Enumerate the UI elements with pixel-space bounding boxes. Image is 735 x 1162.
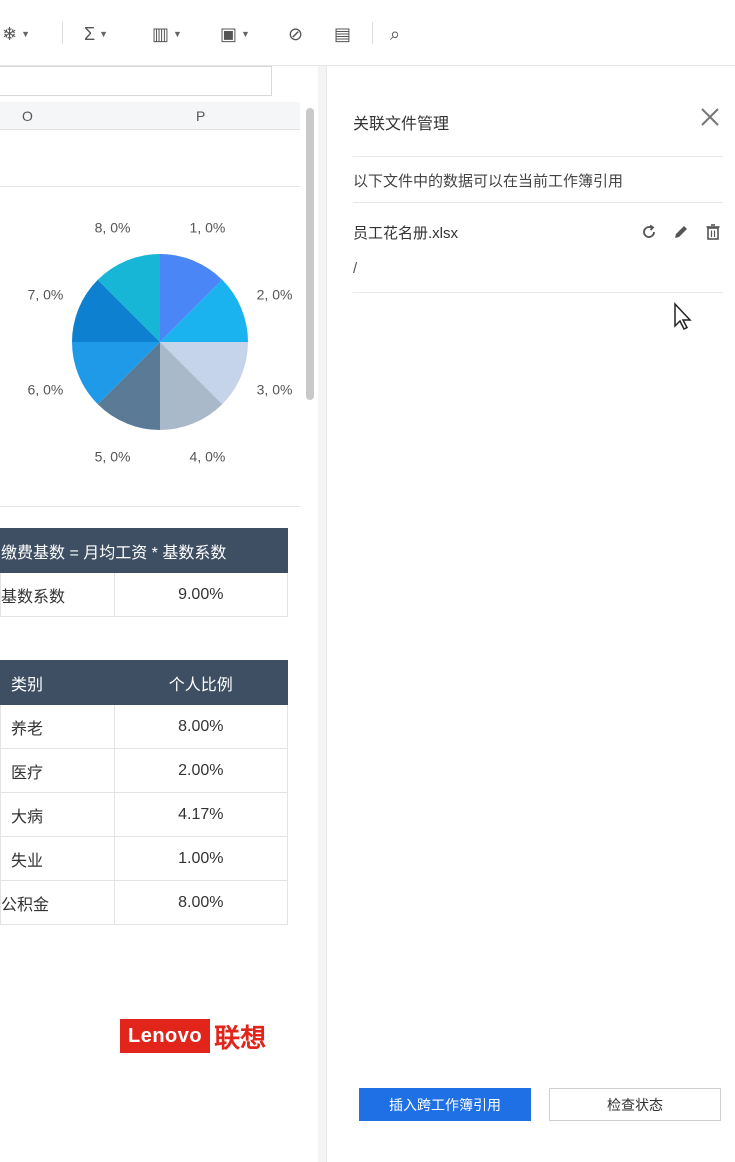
pie-data-label: 7, 0% (28, 287, 64, 303)
pie-data-label: 5, 0% (95, 449, 131, 465)
search-button[interactable]: ⌕ (390, 22, 400, 46)
panel-title: 关联文件管理 (353, 116, 450, 133)
sum-icon: Σ (84, 23, 96, 44)
chevron-down-icon: ▼ (173, 29, 182, 39)
delete-icon[interactable] (703, 222, 723, 242)
linked-file-path: / (353, 260, 358, 277)
rate-table: 类别 个人比例 养老 8.00% 医疗 2.00% 大病 4.17% 失业 1.… (0, 660, 289, 925)
edit-icon[interactable] (671, 222, 691, 242)
table-cell-category[interactable]: 养老 (0, 704, 115, 749)
pie-data-label: 8, 0% (95, 219, 131, 235)
freeze-button[interactable]: ❄ ▼ (2, 22, 30, 46)
rate-table-header-ratio[interactable]: 个人比例 (113, 660, 289, 705)
divider (353, 156, 723, 157)
rate-table-header-category[interactable]: 类别 (0, 660, 115, 705)
formula-table-header[interactable]: 缴费基数 = 月均工资 * 基数系数 (0, 528, 288, 573)
chevron-down-icon: ▼ (21, 29, 31, 39)
table-cell-ratio[interactable]: 8.00% (113, 704, 289, 749)
table-cell-ratio[interactable]: 2.00% (113, 748, 289, 793)
sum-button[interactable]: Σ ▼ (84, 22, 108, 46)
link-button[interactable]: ⊘ (288, 22, 303, 46)
insert-cross-workbook-reference-button[interactable]: 插入跨工作簿引用 (359, 1088, 531, 1121)
pie-data-label: 6, 0% (28, 381, 64, 397)
formula-table: 缴费基数 = 月均工资 * 基数系数 基数系数 9.00% (0, 528, 289, 617)
logo-text-en: Lenovo (120, 1019, 211, 1053)
column-header-p[interactable]: P (196, 108, 205, 124)
coefficient-label[interactable]: 基数系数 (0, 572, 115, 617)
table-cell-ratio[interactable]: 1.00% (113, 836, 289, 881)
pie-data-label: 4, 0% (190, 449, 226, 465)
image-button[interactable]: ▣ ▼ (220, 22, 250, 46)
pie-chart[interactable]: 1, 0% 2, 0% 3, 0% 4, 0% 5, 0% 6, 0% 7, 0% 8, 0% (0, 192, 300, 506)
spreadsheet-area: O P 1, 0% 2, 0% 3, 0% 4, 0% 5, 0% 6, 0% 7, 0% 8… (0, 66, 318, 1162)
table-cell-category[interactable]: 大病 (0, 792, 115, 837)
formula-bar[interactable] (0, 66, 272, 96)
vertical-scrollbar[interactable] (306, 108, 314, 400)
row-divider (0, 506, 300, 507)
toolbar-divider (372, 22, 373, 44)
linked-file-name[interactable]: 员工花名册.xlsx (353, 222, 458, 243)
link-icon: ⊘ (288, 23, 304, 44)
comment-icon: ▤ (334, 23, 352, 44)
table-row: 公积金 8.00% (0, 880, 289, 925)
table-cell-ratio[interactable]: 4.17% (113, 792, 289, 837)
panel-description: 以下文件中的数据可以在当前工作簿引用 (353, 173, 624, 190)
logo-text-cn: 联想 (214, 1022, 267, 1053)
column-header-o[interactable]: O (22, 108, 33, 124)
row-divider (0, 186, 300, 187)
toolbar: ❄ ▼ Σ ▼ ▥ ▼ ▣ ▼ ⊘ ▤ ⌕ (0, 0, 735, 66)
chevron-down-icon: ▼ (99, 29, 109, 39)
comment-button[interactable]: ▤ (334, 22, 351, 46)
linked-files-panel: 关联文件管理 以下文件中的数据可以在当前工作簿引用 员工花名册.xlsx / 插… (326, 66, 735, 1162)
mouse-cursor-icon (674, 302, 692, 331)
toolbar-divider (62, 22, 63, 44)
image-icon: ▣ (220, 23, 238, 44)
close-icon[interactable] (697, 104, 723, 130)
table-cell-category[interactable]: 失业 (0, 836, 115, 881)
chart-icon: ▥ (152, 23, 170, 44)
column-header: O P (0, 102, 300, 130)
table-row: 失业 1.00% (0, 836, 289, 881)
check-status-button[interactable]: 检查状态 (549, 1088, 721, 1121)
divider (353, 202, 723, 203)
chart-button[interactable]: ▥ ▼ (152, 22, 182, 46)
pie-data-label: 1, 0% (190, 219, 226, 235)
table-cell-category[interactable]: 医疗 (0, 748, 115, 793)
table-cell-category[interactable]: 公积金 (0, 880, 115, 925)
divider (353, 292, 723, 293)
pie-data-label: 2, 0% (257, 287, 293, 303)
pie-data-label: 3, 0% (257, 381, 293, 397)
table-cell-ratio[interactable]: 8.00% (113, 880, 289, 925)
coefficient-value[interactable]: 9.00% (113, 572, 289, 617)
search-icon: ⌕ (390, 23, 401, 44)
lenovo-logo[interactable]: Lenovo 联想 (120, 1016, 266, 1056)
table-row: 养老 8.00% (0, 704, 289, 749)
table-row: 大病 4.17% (0, 792, 289, 837)
chevron-down-icon: ▼ (241, 29, 250, 39)
refresh-icon[interactable] (639, 222, 659, 242)
freeze-icon: ❄ (2, 23, 18, 44)
table-row: 医疗 2.00% (0, 748, 289, 793)
pie-chart-svg: 1, 0% 2, 0% 3, 0% 4, 0% 5, 0% 6, 0% 7, 0% 8, 0% (28, 219, 293, 465)
